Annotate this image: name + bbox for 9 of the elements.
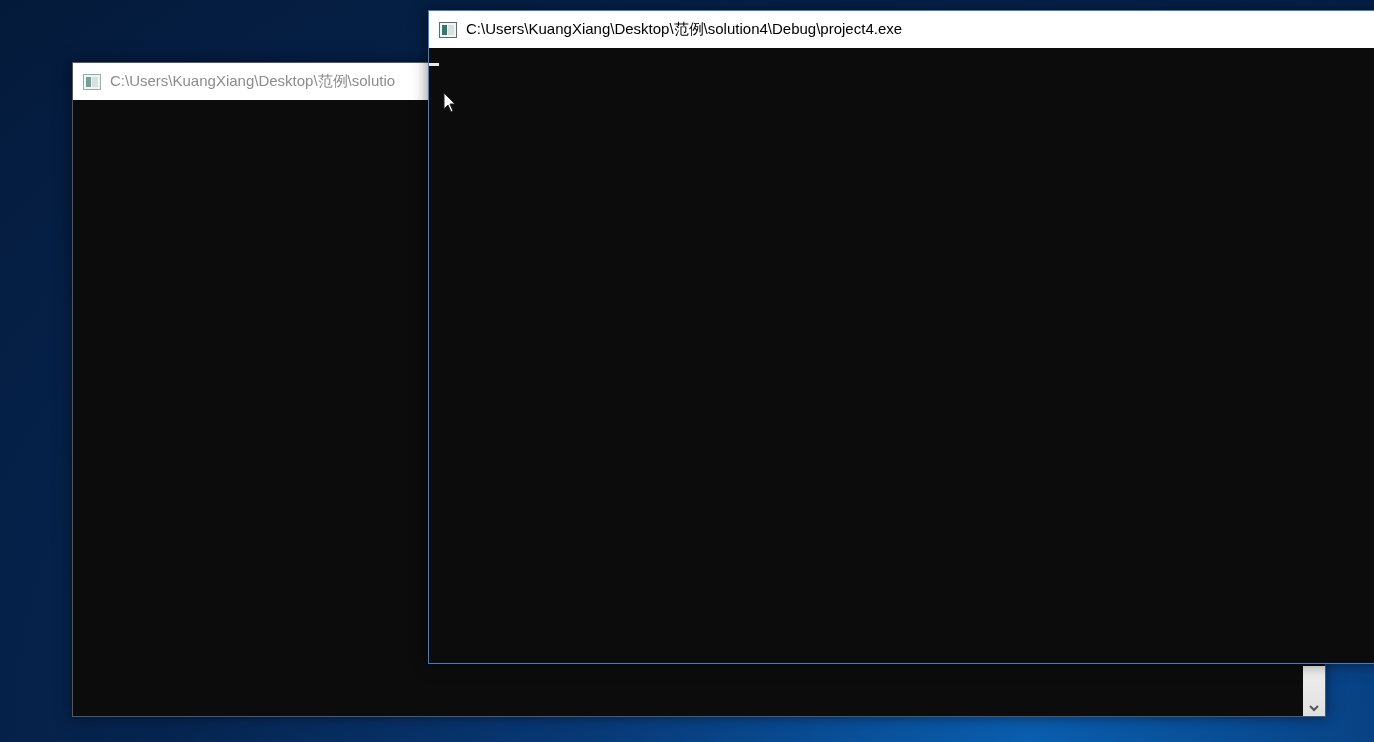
window-title: C:\Users\KuangXiang\Desktop\范例\solution4\Debug\project4.exe [466,20,903,39]
scrollbar[interactable] [1303,666,1325,716]
title-bar[interactable]: C:\Users\KuangXiang\Desktop\范例\solution4\Debug\project4.exe [429,11,1374,48]
chevron-down-icon[interactable] [1309,705,1319,712]
text-cursor [429,63,439,66]
window-title: C:\Users\KuangXiang\Desktop\范例\solutio [110,72,396,91]
mouse-pointer-icon [443,92,457,114]
console-window-icon [439,21,457,38]
console-window-icon [83,73,101,90]
